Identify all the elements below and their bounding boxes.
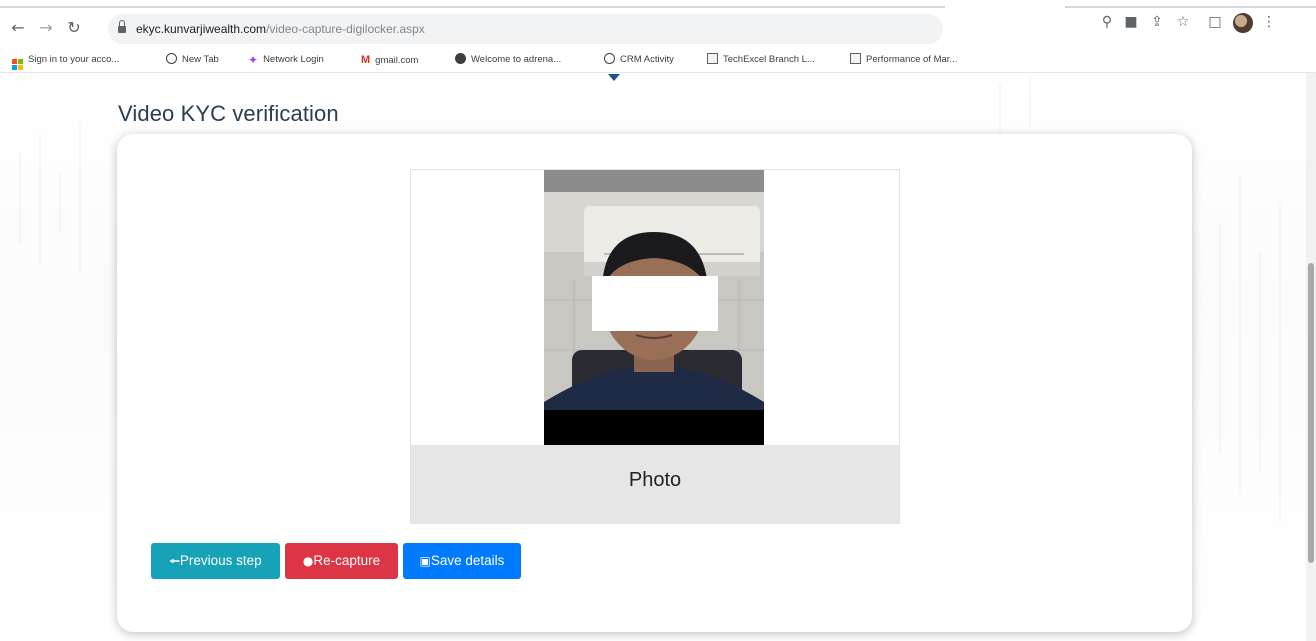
bookmark-label: Welcome to adrena... <box>471 54 562 65</box>
more-menu-icon[interactable]: ⋮ <box>1258 10 1280 34</box>
adrena-icon <box>455 53 466 64</box>
bookmark-sign-in[interactable]: Sign in to your acco... <box>12 52 120 70</box>
photo-caption: Photo <box>411 445 899 523</box>
save-disk-icon: ▣ <box>419 554 431 568</box>
tab-strip <box>0 0 1316 8</box>
forward-arrow-icon[interactable]: → <box>34 16 58 40</box>
bookmark-gmail[interactable]: Mgmail.com <box>361 52 418 68</box>
gmail-icon: M <box>361 54 371 66</box>
url-host: ekyc.kunvarjiwealth.com <box>136 22 267 36</box>
previous-step-button[interactable]: 🠔Previous step <box>151 543 280 579</box>
lock-icon <box>118 20 126 33</box>
scrollbar-thumb[interactable] <box>1308 263 1314 563</box>
bookmark-new-tab[interactable]: New Tab <box>166 52 219 68</box>
globe-icon <box>604 53 615 64</box>
kyc-card: Photo 🠔Previous step ●Re-capture ▣Save d… <box>117 134 1192 632</box>
bookmark-performance[interactable]: Performance of Mar... <box>850 52 957 68</box>
camera-icon[interactable]: ■ <box>1120 10 1142 34</box>
bookmark-network-login[interactable]: ✦ Network Login <box>248 52 324 68</box>
star-icon[interactable]: ☆ <box>1172 10 1194 34</box>
bookmark-label: TechExcel Branch L... <box>723 54 815 65</box>
recapture-label: Re-capture <box>313 553 381 568</box>
captured-photo <box>544 170 764 445</box>
page-scrollbar[interactable] <box>1306 73 1316 641</box>
bookmark-label: Performance of Mar... <box>866 54 958 65</box>
profile-avatar-icon[interactable] <box>1233 13 1253 33</box>
photo-card: Photo <box>410 169 900 524</box>
chevron-down-icon[interactable] <box>608 74 620 81</box>
bookmark-label: Sign in to your acco... <box>28 54 120 65</box>
bookmark-crm-activity[interactable]: CRM Activity <box>604 52 674 68</box>
browser-toolbar: ← → ↻ ekyc.kunvarjiwealth.com/video-capt… <box>0 10 1316 48</box>
globe-icon <box>166 53 177 64</box>
microsoft-icon <box>12 59 23 70</box>
reload-icon[interactable]: ↻ <box>62 16 86 40</box>
recapture-circle-icon: ● <box>302 554 314 568</box>
address-bar[interactable]: ekyc.kunvarjiwealth.com/video-capture-di… <box>108 14 943 44</box>
bookmark-label: gmail.com <box>375 55 419 66</box>
network-icon: ✦ <box>248 53 259 67</box>
location-pin-icon[interactable]: ⚲ <box>1096 10 1118 34</box>
save-details-button[interactable]: ▣Save details <box>403 543 521 579</box>
bookmarks-bar: Sign in to your acco... New Tab ✦ Network… <box>0 48 1316 73</box>
page-title: Video KYC verification <box>118 101 339 126</box>
save-details-label: Save details <box>430 553 505 568</box>
bookmark-label: CRM Activity <box>620 54 674 65</box>
url-path: /video-capture-digilocker.aspx <box>266 22 425 36</box>
bookmark-techexcel[interactable]: TechExcel Branch L... <box>707 52 815 68</box>
url-text[interactable]: ekyc.kunvarjiwealth.com/video-capture-di… <box>136 14 425 44</box>
share-icon[interactable]: ⇪ <box>1146 10 1168 34</box>
back-arrow-icon[interactable]: ← <box>6 16 30 40</box>
page-content: Video KYC verification Photo 🠔Previous s… <box>0 73 1316 641</box>
bookmark-label: Network Login <box>263 54 324 65</box>
sidebar-icon[interactable]: □ <box>1204 10 1226 34</box>
arrow-left-icon: 🠔 <box>169 554 180 568</box>
captured-photo-image <box>544 170 764 445</box>
chart-image-icon <box>850 53 861 64</box>
bookmark-label: New Tab <box>182 54 219 65</box>
techexcel-icon <box>707 53 718 64</box>
recapture-button[interactable]: ●Re-capture <box>285 543 398 579</box>
previous-step-label: Previous step <box>179 553 262 568</box>
bookmark-adrena[interactable]: Welcome to adrena... <box>455 52 561 68</box>
